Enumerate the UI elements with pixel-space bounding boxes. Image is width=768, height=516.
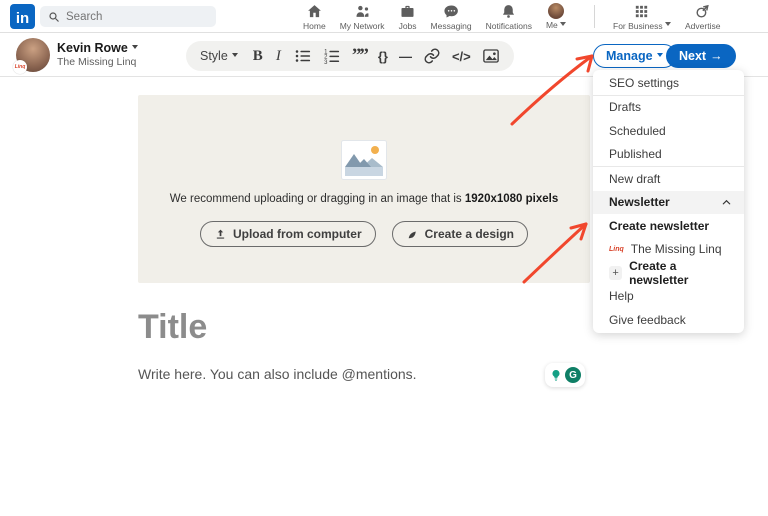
caret-down-icon — [559, 21, 566, 29]
svg-text:3: 3 — [324, 60, 328, 65]
caret-down-icon — [664, 22, 671, 29]
search-bar[interactable] — [40, 6, 216, 27]
nav-item-label: Home — [303, 20, 326, 31]
menu-item-help[interactable]: Help — [593, 285, 744, 309]
cover-image-dropzone[interactable]: We recommend uploading or dragging in an… — [138, 95, 590, 283]
menu-item-new-draft[interactable]: New draft — [593, 167, 744, 191]
caret-down-icon — [231, 53, 238, 60]
home-icon — [307, 4, 321, 17]
code-block-icon[interactable]: </> — [452, 49, 471, 64]
italic-button[interactable]: I — [274, 48, 283, 65]
plus-icon: + — [609, 265, 623, 280]
nav-item-label: My Network — [339, 20, 385, 31]
style-dropdown[interactable]: Style — [200, 49, 238, 63]
nav-item-label: Notifications — [485, 20, 532, 31]
lightbulb-icon[interactable] — [549, 368, 563, 382]
create-a-design-button[interactable]: Create a design — [391, 221, 529, 247]
author-subtitle: The Missing Linq — [57, 56, 137, 68]
bullet-list-icon[interactable] — [294, 47, 312, 65]
search-icon — [49, 11, 59, 22]
menu-item-the-missing-linq[interactable]: Linq The Missing Linq — [593, 238, 744, 262]
nav-item-advertise[interactable]: Advertise — [678, 0, 727, 33]
nav-divider — [594, 5, 595, 28]
top-navbar: in Home My Network Jobs — [0, 0, 768, 33]
inline-code-icon[interactable]: {} — [378, 49, 388, 64]
grammarly-icon[interactable]: G — [565, 367, 581, 383]
author-avatar[interactable]: Linq — [13, 38, 50, 74]
bell-icon — [503, 4, 515, 18]
grammarly-widget: G — [545, 363, 585, 387]
nav-item-messaging[interactable]: Messaging — [424, 0, 479, 33]
company-logo-badge: Linq — [13, 60, 27, 74]
network-icon — [356, 5, 369, 17]
manage-menu: SEO settings Drafts Scheduled Published … — [593, 70, 744, 333]
nav-item-label: Jobs — [398, 20, 417, 31]
menu-item-newsletter[interactable]: Newsletter — [593, 190, 744, 214]
article-title-input[interactable]: Title — [138, 308, 207, 347]
menu-item-seo-settings[interactable]: SEO settings — [593, 71, 744, 95]
menu-item-scheduled[interactable]: Scheduled — [593, 119, 744, 143]
nav-item-for-business[interactable]: For Business — [606, 0, 678, 33]
nav-item-home[interactable]: Home — [296, 0, 333, 33]
upload-actions: Upload from computer Create a design — [138, 221, 590, 247]
menu-item-create-a-newsletter[interactable]: + Create a newsletter — [593, 259, 744, 287]
image-placeholder-icon — [341, 140, 387, 180]
caret-down-icon — [131, 45, 138, 52]
menu-item-create-newsletter[interactable]: Create newsletter — [593, 214, 744, 238]
megaphone-icon — [696, 4, 709, 18]
caret-down-icon — [656, 53, 663, 60]
nav-item-me[interactable]: Me — [539, 0, 573, 33]
manage-button[interactable]: Manage — [593, 44, 676, 68]
menu-item-give-feedback[interactable]: Give feedback — [593, 308, 744, 332]
formatting-toolbar: Style B I 1 2 3 ”” {} — </> — [186, 41, 514, 71]
upload-from-computer-button[interactable]: Upload from computer — [199, 221, 376, 247]
menu-item-published[interactable]: Published — [593, 143, 744, 167]
search-input[interactable] — [66, 10, 196, 23]
nav-item-label: Me — [546, 20, 566, 30]
arrow-right-icon: → — [710, 49, 723, 63]
nav-item-label: Advertise — [685, 20, 721, 31]
design-pen-icon — [408, 231, 416, 238]
bold-button[interactable]: B — [253, 48, 263, 65]
article-body-input[interactable]: Write here. You can also include @mentio… — [138, 366, 417, 382]
nav-item-jobs[interactable]: Jobs — [392, 0, 424, 33]
numbered-list-icon[interactable]: 1 2 3 — [323, 47, 341, 65]
me-avatar — [547, 3, 564, 19]
author-name[interactable]: Kevin Rowe — [57, 41, 138, 55]
upload-icon — [216, 229, 225, 239]
linkedin-logo[interactable]: in — [10, 4, 35, 29]
chevron-up-icon — [722, 199, 731, 205]
blockquote-icon[interactable]: ”” — [352, 46, 369, 65]
newsletter-logo-icon: Linq — [609, 245, 624, 253]
nav-item-notifications[interactable]: Notifications — [479, 0, 539, 33]
grid-icon — [636, 5, 648, 17]
primary-nav: Home My Network Jobs Messaging Notificat… — [296, 0, 573, 33]
briefcase-icon — [401, 5, 414, 17]
nav-item-label: Messaging — [430, 20, 472, 31]
upload-hint: We recommend uploading or dragging in an… — [169, 193, 559, 205]
image-icon[interactable] — [482, 47, 500, 65]
link-icon[interactable] — [423, 47, 441, 65]
chat-icon — [443, 4, 458, 18]
nav-item-label: For Business — [613, 21, 671, 31]
next-button[interactable]: Next → — [666, 44, 736, 68]
nav-item-my-network[interactable]: My Network — [333, 0, 392, 33]
page: in Home My Network Jobs — [0, 0, 768, 516]
divider-icon[interactable]: — — [399, 49, 412, 64]
menu-item-drafts[interactable]: Drafts — [593, 96, 744, 120]
